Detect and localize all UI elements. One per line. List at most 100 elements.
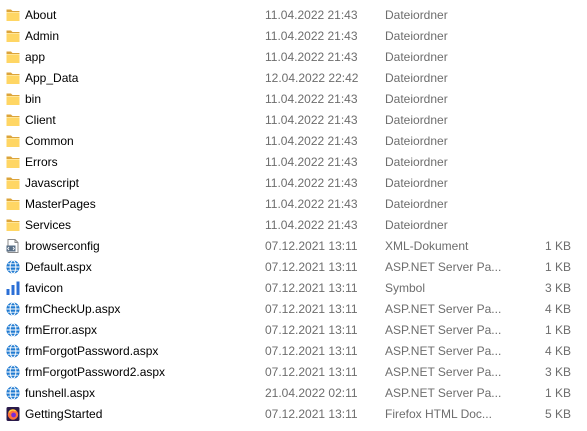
file-modified-date: 07.12.2021 13:11: [265, 344, 358, 358]
folder-row[interactable]: Services 11.04.2022 21:43 Dateiordner: [0, 215, 587, 236]
file-name: Default.aspx: [25, 260, 92, 274]
globe-icon: [5, 385, 21, 401]
file-list: About 11.04.2022 21:43 Dateiordner Admin…: [0, 5, 587, 425]
folder-icon: [5, 7, 21, 23]
file-type: ASP.NET Server Pa...: [385, 323, 502, 337]
file-type: Dateiordner: [385, 29, 448, 43]
file-name: funshell.aspx: [25, 386, 96, 400]
file-name: Common: [25, 134, 74, 148]
globe-icon: [5, 322, 21, 338]
file-name: About: [25, 8, 57, 22]
file-type: ASP.NET Server Pa...: [385, 386, 502, 400]
file-size: 3 KB: [544, 365, 571, 379]
file-modified-date: 11.04.2022 21:43: [265, 8, 358, 22]
file-name: Errors: [25, 155, 58, 169]
file-row[interactable]: frmForgotPassword.aspx 07.12.2021 13:11 …: [0, 341, 587, 362]
bar-chart-icon: [5, 280, 21, 296]
file-modified-date: 07.12.2021 13:11: [265, 260, 358, 274]
file-type: Dateiordner: [385, 155, 448, 169]
globe-icon: [5, 343, 21, 359]
file-row[interactable]: frmError.aspx 07.12.2021 13:11 ASP.NET S…: [0, 320, 587, 341]
folder-icon: [5, 91, 21, 107]
folder-row[interactable]: Admin 11.04.2022 21:43 Dateiordner: [0, 26, 587, 47]
file-name: app: [25, 50, 46, 64]
file-modified-date: 21.04.2022 02:11: [265, 386, 358, 400]
folder-row[interactable]: Client 11.04.2022 21:43 Dateiordner: [0, 110, 587, 131]
file-modified-date: 11.04.2022 21:43: [265, 92, 358, 106]
folder-row[interactable]: About 11.04.2022 21:43 Dateiordner: [0, 5, 587, 26]
file-size: 1 KB: [544, 386, 571, 400]
file-name: frmForgotPassword2.aspx: [25, 365, 166, 379]
file-name: Services: [25, 218, 72, 232]
file-type: Dateiordner: [385, 92, 448, 106]
file-name: favicon: [25, 281, 64, 295]
xml-file-icon: [5, 238, 21, 254]
file-modified-date: 11.04.2022 21:43: [265, 155, 358, 169]
globe-icon: [5, 259, 21, 275]
folder-row[interactable]: MasterPages 11.04.2022 21:43 Dateiordner: [0, 194, 587, 215]
folder-icon: [5, 49, 21, 65]
folder-icon: [5, 133, 21, 149]
file-modified-date: 07.12.2021 13:11: [265, 323, 358, 337]
file-explorer-details-view: About 11.04.2022 21:43 Dateiordner Admin…: [0, 0, 587, 431]
file-row[interactable]: frmCheckUp.aspx 07.12.2021 13:11 ASP.NET…: [0, 299, 587, 320]
folder-row[interactable]: app 11.04.2022 21:43 Dateiordner: [0, 47, 587, 68]
folder-row[interactable]: Errors 11.04.2022 21:43 Dateiordner: [0, 152, 587, 173]
file-name: App_Data: [25, 71, 79, 85]
file-name: MasterPages: [25, 197, 96, 211]
file-name: frmError.aspx: [25, 323, 98, 337]
firefox-icon: [5, 406, 21, 422]
file-type: ASP.NET Server Pa...: [385, 260, 502, 274]
file-modified-date: 07.12.2021 13:11: [265, 407, 358, 421]
file-modified-date: 11.04.2022 21:43: [265, 218, 358, 232]
globe-icon: [5, 364, 21, 380]
file-row[interactable]: frmForgotPassword2.aspx 07.12.2021 13:11…: [0, 362, 587, 383]
folder-row[interactable]: bin 11.04.2022 21:43 Dateiordner: [0, 89, 587, 110]
file-type: ASP.NET Server Pa...: [385, 344, 502, 358]
file-type: Dateiordner: [385, 50, 448, 64]
file-modified-date: 11.04.2022 21:43: [265, 134, 358, 148]
file-row[interactable]: GettingStarted 07.12.2021 13:11 Firefox …: [0, 404, 587, 425]
file-size: 4 KB: [544, 302, 571, 316]
file-name: frmForgotPassword.aspx: [25, 344, 159, 358]
file-name: Client: [25, 113, 56, 127]
file-row[interactable]: favicon 07.12.2021 13:11 Symbol 3 KB: [0, 278, 587, 299]
file-type: ASP.NET Server Pa...: [385, 302, 502, 316]
file-type: Firefox HTML Doc...: [385, 407, 492, 421]
file-size: 5 KB: [544, 407, 571, 421]
file-name: browserconfig: [25, 239, 100, 253]
folder-row[interactable]: Javascript 11.04.2022 21:43 Dateiordner: [0, 173, 587, 194]
file-row[interactable]: Default.aspx 07.12.2021 13:11 ASP.NET Se…: [0, 257, 587, 278]
folder-icon: [5, 70, 21, 86]
file-modified-date: 11.04.2022 21:43: [265, 176, 358, 190]
file-type: Dateiordner: [385, 8, 448, 22]
file-type: Dateiordner: [385, 71, 448, 85]
file-name: Javascript: [25, 176, 80, 190]
file-size: 3 KB: [544, 281, 571, 295]
file-name: Admin: [25, 29, 60, 43]
folder-icon: [5, 175, 21, 191]
file-type: Dateiordner: [385, 134, 448, 148]
folder-icon: [5, 112, 21, 128]
file-modified-date: 07.12.2021 13:11: [265, 239, 358, 253]
file-modified-date: 11.04.2022 21:43: [265, 50, 358, 64]
file-size: 4 KB: [544, 344, 571, 358]
file-size: 1 KB: [544, 260, 571, 274]
file-type: Dateiordner: [385, 176, 448, 190]
folder-row[interactable]: Common 11.04.2022 21:43 Dateiordner: [0, 131, 587, 152]
file-modified-date: 11.04.2022 21:43: [265, 197, 358, 211]
folder-icon: [5, 28, 21, 44]
file-type: Dateiordner: [385, 218, 448, 232]
file-type: ASP.NET Server Pa...: [385, 365, 502, 379]
folder-row[interactable]: App_Data 12.04.2022 22:42 Dateiordner: [0, 68, 587, 89]
file-name: bin: [25, 92, 42, 106]
file-row[interactable]: funshell.aspx 21.04.2022 02:11 ASP.NET S…: [0, 383, 587, 404]
file-row[interactable]: browserconfig 07.12.2021 13:11 XML-Dokum…: [0, 236, 587, 257]
file-size: 1 KB: [544, 323, 571, 337]
file-modified-date: 11.04.2022 21:43: [265, 29, 358, 43]
file-type: Symbol: [385, 281, 426, 295]
folder-icon: [5, 217, 21, 233]
file-type: Dateiordner: [385, 113, 448, 127]
file-modified-date: 11.04.2022 21:43: [265, 113, 358, 127]
file-modified-date: 12.04.2022 22:42: [265, 71, 359, 85]
